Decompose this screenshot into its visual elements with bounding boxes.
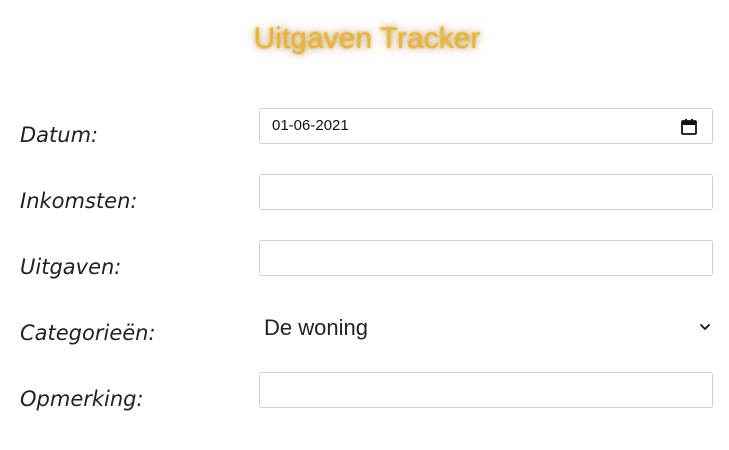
uitgaven-input[interactable] [259,240,713,276]
datum-label: Datum: [20,123,99,147]
page-title: Uitgaven Tracker [253,22,481,55]
opmerking-label: Opmerking: [20,387,144,411]
datum-value[interactable]: 01-06-2021 [272,117,349,134]
calendar-icon[interactable] [680,118,698,136]
opmerking-input[interactable] [259,372,713,408]
categorieen-select[interactable]: De woning [264,314,368,342]
uitgaven-label: Uitgaven: [20,255,122,279]
categorieen-label: Categorieën: [20,321,156,345]
datum-date-input[interactable]: 01-06-2021 [259,108,713,144]
inkomsten-label: Inkomsten: [20,189,138,213]
chevron-down-icon[interactable] [698,320,712,334]
inkomsten-input[interactable] [259,174,713,210]
